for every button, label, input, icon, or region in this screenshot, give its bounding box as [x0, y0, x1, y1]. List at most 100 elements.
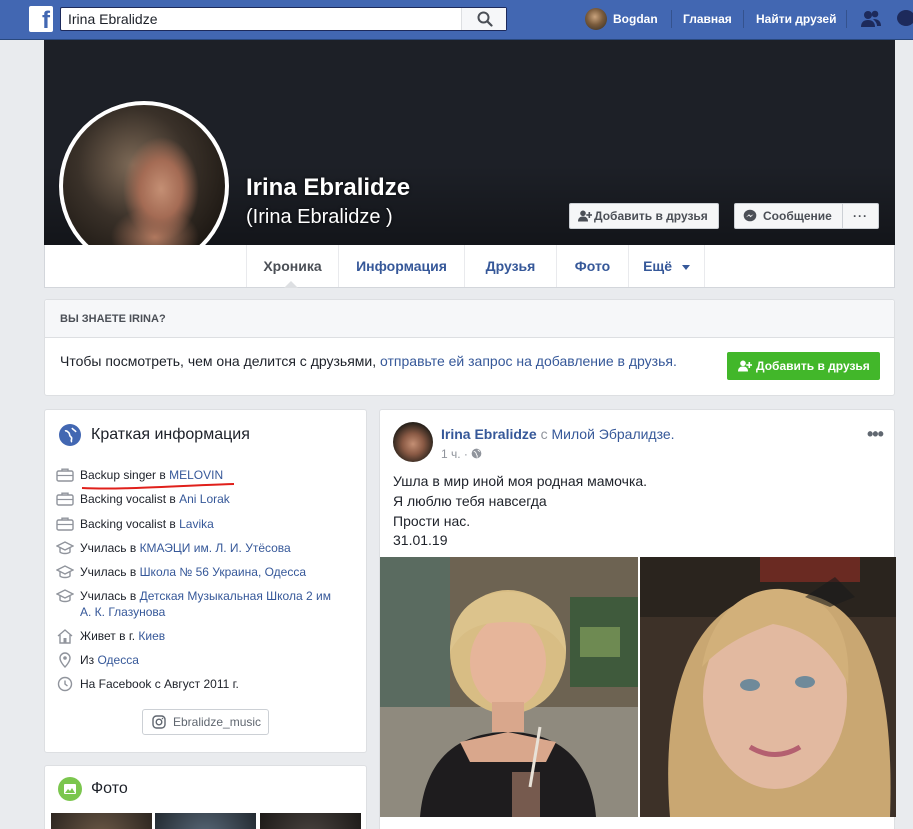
intro-row-text: Backing vocalist в Ani Lorak: [80, 491, 350, 507]
divider: [671, 10, 672, 28]
photo-icon: [58, 777, 82, 801]
intro-row-link[interactable]: MELOVIN: [169, 468, 223, 482]
photo-thumbnail[interactable]: [155, 813, 256, 829]
graduation-cap-icon: [55, 588, 75, 604]
tab-about[interactable]: Информация: [338, 245, 464, 287]
intro-row-prefix: Училась в: [80, 589, 140, 603]
intro-title: Краткая информация: [91, 426, 250, 443]
search-icon: [477, 11, 493, 27]
more-options-button[interactable]: ···: [842, 203, 879, 229]
intro-row-prefix: Backup singer в: [80, 468, 170, 482]
messenger-icon[interactable]: [896, 9, 913, 29]
photo-thumbnail[interactable]: [260, 813, 361, 829]
send-request-link[interactable]: отправьте ей запрос на добавление в друз…: [380, 353, 677, 369]
post-tagged-person[interactable]: Милой Эбралидзе.: [551, 426, 674, 442]
user-name-link[interactable]: Bogdan: [613, 0, 658, 40]
intro-row-text: Училась в Школа № 56 Украина, Одесса: [80, 564, 350, 580]
friend-prompt-card: ВЫ ЗНАЕТЕ IRINA? Чтобы посмотреть, чем о…: [44, 299, 895, 396]
tab-more-label: Ещё: [643, 258, 673, 274]
timeline-post: Irina Ebralidze с Милой Эбралидзе. 1 ч. …: [379, 409, 896, 829]
post-author-avatar[interactable]: [393, 422, 433, 462]
briefcase-icon: [56, 516, 74, 532]
search-button[interactable]: [461, 8, 506, 30]
find-friends-link[interactable]: Найти друзей: [756, 0, 836, 40]
photos-card: Фото: [44, 765, 367, 829]
post-text-line: 31.01.19: [393, 532, 448, 548]
messenger-icon: [743, 209, 757, 222]
friend-requests-icon[interactable]: [860, 9, 882, 29]
public-globe-icon: [471, 448, 482, 459]
friend-prompt-heading: ВЫ ЗНАЕТЕ IRINA?: [45, 300, 894, 338]
clock-icon: [56, 676, 74, 692]
instagram-link[interactable]: Ebralidze_music: [142, 709, 269, 735]
search-box: [60, 7, 507, 31]
photos-title: Фото: [91, 780, 128, 797]
post-photo[interactable]: [380, 557, 638, 817]
intro-row-text: Училась в КМАЭЦИ им. Л. И. Утёсова: [80, 540, 350, 556]
add-friend-button[interactable]: Добавить в друзья: [569, 203, 719, 229]
intro-row-text: Училась в Детская Музыкальная Школа 2 им…: [80, 588, 340, 620]
chevron-down-icon: [681, 264, 690, 270]
post-text-line: Прости нас.: [393, 513, 471, 529]
intro-row-link[interactable]: КМАЭЦИ им. Л. И. Утёсова: [140, 541, 291, 555]
briefcase-icon: [56, 491, 74, 507]
tab-more[interactable]: Ещё: [628, 245, 705, 287]
intro-row-prefix: Из: [80, 653, 98, 667]
message-label: Сообщение: [763, 209, 832, 223]
post-photo-image: [640, 557, 896, 817]
red-underline-annotation: [81, 483, 235, 490]
intro-row-link[interactable]: Ani Lorak: [179, 492, 230, 506]
post-photo[interactable]: [640, 557, 896, 817]
intro-row-text: На Facebook с Август 2011 г.: [80, 676, 350, 692]
intro-row-link[interactable]: Киев: [138, 629, 165, 643]
post-author-line: Irina Ebralidze с Милой Эбралидзе.: [441, 426, 675, 442]
graduation-cap-icon: [55, 564, 75, 580]
intro-row-text: Backup singer в MELOVIN: [80, 467, 350, 483]
post-author-name[interactable]: Irina Ebralidze: [441, 426, 537, 442]
home-link[interactable]: Главная: [683, 0, 732, 40]
intro-row-link[interactable]: Одесса: [97, 653, 138, 667]
post-timestamp[interactable]: 1 ч. ·: [441, 447, 471, 461]
intro-row-link[interactable]: Школа № 56 Украина, Одесса: [140, 565, 306, 579]
graduation-cap-icon: [55, 540, 75, 556]
active-tab-caret: [284, 281, 298, 288]
post-text-line: Ушла в мир иной моя родная мамочка.: [393, 473, 648, 489]
photo-thumbnail[interactable]: [51, 813, 152, 829]
profile-photo-image: [63, 105, 225, 267]
intro-card: Краткая информация: [44, 409, 367, 753]
instagram-icon: [152, 715, 166, 729]
intro-row-text: Backing vocalist в Lavika: [80, 516, 350, 532]
top-navigation-bar: f Bogdan Главная Найти друзей: [0, 0, 913, 40]
add-friend-icon: [738, 360, 752, 372]
intro-row-prefix: Backing vocalist в: [80, 517, 180, 531]
profile-name[interactable]: Irina Ebralidze: [246, 174, 410, 202]
post-meta: 1 ч. ·: [441, 447, 482, 461]
intro-row-text: Из Одесса: [80, 652, 350, 668]
intro-row-link[interactable]: Lavika: [179, 517, 214, 531]
divider: [846, 10, 847, 28]
post-photo-image: [380, 557, 638, 817]
tab-friends[interactable]: Друзья: [464, 245, 556, 287]
intro-row-prefix: Училась в: [80, 565, 140, 579]
profile-alternate-name: (Irina Ebralidze ): [246, 206, 393, 228]
friend-prompt-text: Чтобы посмотреть, чем она делится с друз…: [60, 353, 677, 369]
message-button[interactable]: Сообщение: [734, 203, 843, 229]
add-friend-green-button[interactable]: Добавить в друзья: [727, 352, 880, 380]
intro-row-prefix: На Facebook с Август 2011 г.: [80, 677, 239, 691]
intro-row-prefix: Backing vocalist в: [80, 492, 180, 506]
user-avatar[interactable]: [585, 8, 607, 30]
intro-row-prefix: Живет в г.: [80, 629, 139, 643]
instagram-handle: Ebralidze_music: [173, 715, 262, 729]
intro-row-prefix: Училась в: [80, 541, 140, 555]
divider: [743, 10, 744, 28]
facebook-logo-icon[interactable]: f: [29, 6, 53, 32]
add-friend-icon: [578, 210, 592, 222]
post-text-line: Я люблю тебя навсегда: [393, 493, 547, 509]
add-friend-label: Добавить в друзья: [594, 209, 708, 223]
globe-icon: [59, 424, 81, 446]
tab-photos[interactable]: Фото: [556, 245, 628, 287]
search-input[interactable]: [61, 8, 461, 30]
location-pin-icon: [56, 652, 74, 668]
post-menu-icon[interactable]: •••: [867, 424, 884, 445]
post-with-word: с: [536, 426, 552, 442]
